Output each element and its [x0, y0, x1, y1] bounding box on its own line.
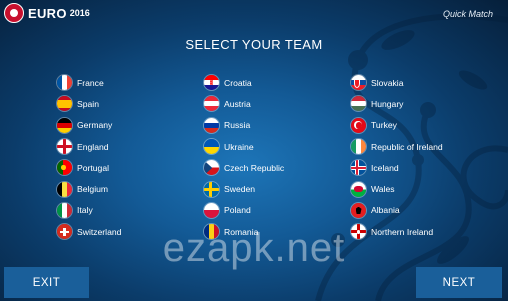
- team-name: Turkey: [371, 120, 397, 131]
- germany-flag-icon: [57, 117, 72, 133]
- team-name: Wales: [371, 184, 395, 195]
- team-iceland[interactable]: Iceland: [351, 157, 443, 178]
- team-name: Sweden: [224, 184, 256, 195]
- ball-icon: [4, 3, 24, 23]
- ukraine-flag-icon: [204, 139, 219, 155]
- team-ukraine[interactable]: Ukraine: [204, 136, 284, 157]
- logo-year: 2016: [69, 8, 90, 18]
- sweden-flag-icon: [204, 181, 219, 197]
- team-albania[interactable]: Albania: [351, 200, 443, 221]
- portugal-flag-icon: [57, 160, 72, 176]
- team-name: Austria: [224, 98, 251, 109]
- team-name: Italy: [77, 205, 93, 216]
- page-title: SELECT YOUR TEAM: [185, 37, 323, 52]
- team-wales[interactable]: Wales: [351, 178, 443, 199]
- team-name: Iceland: [371, 162, 399, 173]
- team-name: Belgium: [77, 184, 109, 195]
- logo-text: EURO: [28, 5, 67, 21]
- czech-republic-flag-icon: [204, 160, 219, 176]
- team-slovakia[interactable]: Slovakia: [351, 72, 443, 93]
- team-column-2: Croatia Austria Russia Ukraine Czech Republi…: [204, 72, 284, 242]
- team-name: Russia: [224, 120, 251, 131]
- iceland-flag-icon: [351, 160, 366, 176]
- poland-flag-icon: [204, 202, 219, 218]
- italy-flag-icon: [57, 202, 72, 218]
- team-name: Croatia: [224, 77, 252, 88]
- slovakia-flag-icon: [351, 75, 366, 91]
- team-spain[interactable]: Spain: [57, 93, 121, 114]
- team-name: Hungary: [371, 98, 404, 109]
- albania-flag-icon: [351, 202, 366, 218]
- team-name: Poland: [224, 205, 251, 216]
- euro-logo: EURO 2016: [4, 3, 90, 23]
- turkey-flag-icon: [351, 117, 366, 133]
- team-name: France: [77, 77, 104, 88]
- team-portugal[interactable]: Portugal: [57, 157, 121, 178]
- next-button[interactable]: NEXT: [416, 267, 502, 298]
- team-hungary[interactable]: Hungary: [351, 93, 443, 114]
- watermark: ezapk.net: [162, 226, 346, 270]
- team-germany[interactable]: Germany: [57, 115, 121, 136]
- team-ireland[interactable]: Republic of Ireland: [351, 136, 443, 157]
- game-mode-label: Quick Match: [442, 9, 493, 19]
- spain-flag-icon: [57, 96, 72, 112]
- exit-button[interactable]: EXIT: [4, 267, 89, 298]
- team-russia[interactable]: Russia: [204, 115, 284, 136]
- team-turkey[interactable]: Turkey: [351, 115, 443, 136]
- france-flag-icon: [57, 75, 72, 91]
- team-france[interactable]: France: [57, 72, 121, 93]
- team-column-1: France Spain Germany England Portugal Belgium…: [57, 72, 121, 242]
- team-name: Slovakia: [371, 77, 404, 88]
- team-italy[interactable]: Italy: [57, 200, 121, 221]
- belgium-flag-icon: [57, 181, 72, 197]
- team-name: Germany: [77, 120, 113, 131]
- hungary-flag-icon: [351, 96, 366, 112]
- ireland-flag-icon: [351, 139, 366, 155]
- team-croatia[interactable]: Croatia: [204, 72, 284, 93]
- team-name: England: [77, 141, 109, 152]
- team-column-3: Slovakia Hungary Turkey Republic of Ireland…: [351, 72, 443, 242]
- croatia-flag-icon: [204, 75, 219, 91]
- team-belgium[interactable]: Belgium: [57, 178, 121, 199]
- team-england[interactable]: England: [57, 136, 121, 157]
- england-flag-icon: [57, 139, 72, 155]
- austria-flag-icon: [204, 96, 219, 112]
- team-czech-republic[interactable]: Czech Republic: [204, 157, 284, 178]
- team-name: Portugal: [77, 162, 110, 173]
- team-austria[interactable]: Austria: [204, 93, 284, 114]
- team-name: Czech Republic: [224, 162, 285, 173]
- team-name: Republic of Ireland: [371, 141, 443, 152]
- team-poland[interactable]: Poland: [204, 200, 284, 221]
- team-name: Spain: [77, 98, 99, 109]
- team-name: Ukraine: [224, 141, 254, 152]
- russia-flag-icon: [204, 117, 219, 133]
- team-name: Albania: [371, 205, 400, 216]
- wales-flag-icon: [351, 181, 366, 197]
- team-sweden[interactable]: Sweden: [204, 178, 284, 199]
